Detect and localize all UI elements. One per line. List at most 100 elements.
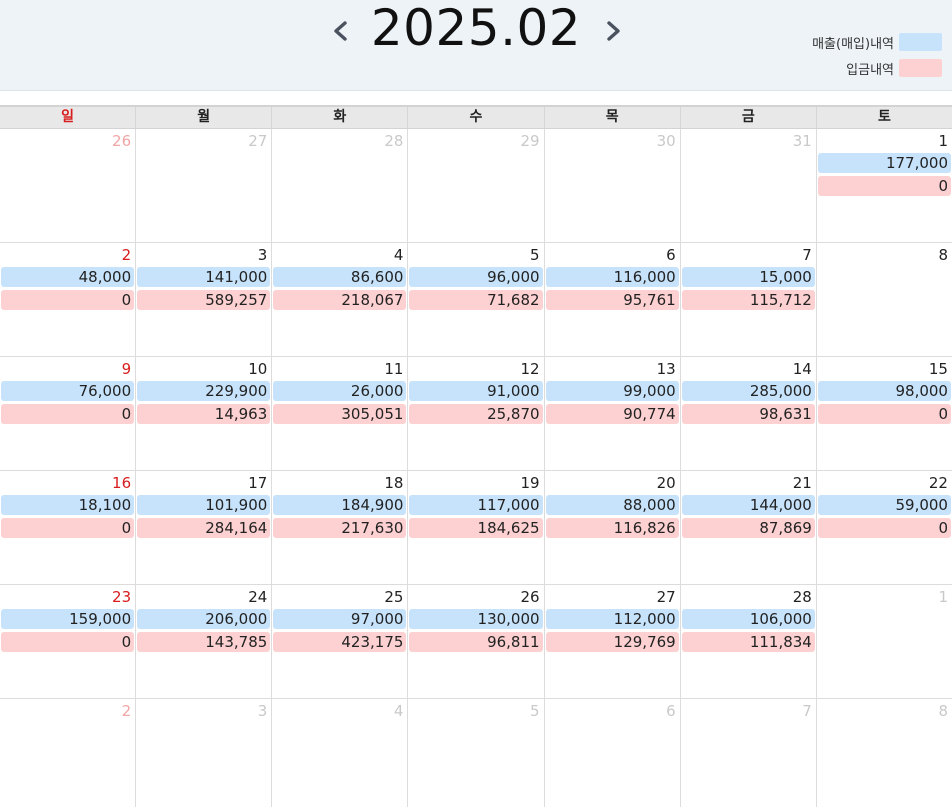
day-cell[interactable]: 7 <box>681 699 817 807</box>
sales-amount[interactable]: 96,000 <box>409 267 543 287</box>
deposit-amount[interactable]: 96,811 <box>409 632 543 652</box>
day-cell[interactable]: 26 <box>0 129 137 242</box>
day-cell[interactable]: 27 112,000 129,769 <box>545 585 681 698</box>
day-cell[interactable]: 5 <box>408 699 545 807</box>
sales-amount[interactable]: 88,000 <box>545 495 679 515</box>
day-cell[interactable]: 7 15,000 115,712 <box>681 243 817 356</box>
sales-amount[interactable]: 206,000 <box>137 609 271 629</box>
sales-amount[interactable]: 15,000 <box>681 267 815 287</box>
deposit-amount[interactable]: 589,257 <box>137 290 271 310</box>
deposit-amount[interactable]: 218,067 <box>273 290 407 310</box>
day-cell[interactable]: 6 <box>545 699 681 807</box>
sales-amount[interactable]: 229,900 <box>137 381 271 401</box>
deposit-amount[interactable]: 0 <box>817 176 951 196</box>
deposit-amount[interactable]: 111,834 <box>681 632 815 652</box>
sales-amount[interactable]: 97,000 <box>273 609 407 629</box>
deposit-amount[interactable]: 95,761 <box>545 290 679 310</box>
day-cell[interactable]: 13 99,000 90,774 <box>545 357 681 470</box>
sales-amount[interactable]: 130,000 <box>409 609 543 629</box>
day-cell[interactable]: 2 <box>0 699 137 807</box>
day-cell[interactable]: 11 26,000 305,051 <box>272 357 409 470</box>
deposit-amount[interactable]: 116,826 <box>545 518 679 538</box>
sales-amount[interactable]: 98,000 <box>817 381 951 401</box>
deposit-amount[interactable]: 217,630 <box>273 518 407 538</box>
day-cell[interactable]: 22 59,000 0 <box>817 471 952 584</box>
deposit-amount[interactable]: 0 <box>817 404 951 424</box>
deposit-amount[interactable]: 0 <box>1 518 135 538</box>
day-cell[interactable]: 18 184,900 217,630 <box>272 471 409 584</box>
day-cell[interactable]: 2 48,000 0 <box>0 243 137 356</box>
day-cell[interactable]: 29 <box>408 129 545 242</box>
deposit-amount[interactable]: 115,712 <box>681 290 815 310</box>
deposit-amount[interactable]: 71,682 <box>409 290 543 310</box>
day-cell[interactable]: 17 101,900 284,164 <box>136 471 273 584</box>
sales-amount[interactable]: 59,000 <box>817 495 951 515</box>
day-cell[interactable]: 4 86,600 218,067 <box>272 243 409 356</box>
sales-amount[interactable]: 26,000 <box>273 381 407 401</box>
deposit-amount[interactable]: 98,631 <box>681 404 815 424</box>
day-cell[interactable]: 15 98,000 0 <box>817 357 952 470</box>
day-cell[interactable]: 3 141,000 589,257 <box>136 243 273 356</box>
sales-amount[interactable]: 99,000 <box>545 381 679 401</box>
day-cell[interactable]: 9 76,000 0 <box>0 357 137 470</box>
day-cell[interactable]: 1 <box>817 585 952 698</box>
day-cell[interactable]: 28 106,000 111,834 <box>681 585 817 698</box>
day-cell[interactable]: 1 177,000 0 <box>817 129 952 242</box>
sales-amount[interactable]: 91,000 <box>409 381 543 401</box>
deposit-amount[interactable]: 0 <box>1 404 135 424</box>
day-cell[interactable]: 20 88,000 116,826 <box>545 471 681 584</box>
sales-amount[interactable]: 184,900 <box>273 495 407 515</box>
day-cell[interactable]: 19 117,000 184,625 <box>408 471 545 584</box>
sales-amount[interactable]: 141,000 <box>137 267 271 287</box>
day-number: 24 <box>248 588 268 606</box>
day-cell[interactable]: 6 116,000 95,761 <box>545 243 681 356</box>
sales-amount[interactable]: 18,100 <box>1 495 135 515</box>
day-cell[interactable]: 14 285,000 98,631 <box>681 357 817 470</box>
day-cell[interactable]: 3 <box>136 699 273 807</box>
sales-amount[interactable]: 76,000 <box>1 381 135 401</box>
sales-amount[interactable]: 144,000 <box>681 495 815 515</box>
deposit-amount[interactable]: 0 <box>1 632 135 652</box>
day-cell[interactable]: 8 <box>817 699 952 807</box>
day-cell[interactable]: 27 <box>136 129 273 242</box>
sales-amount[interactable]: 116,000 <box>545 267 679 287</box>
deposit-amount[interactable]: 143,785 <box>137 632 271 652</box>
deposit-amount[interactable]: 14,963 <box>137 404 271 424</box>
day-cell[interactable]: 12 91,000 25,870 <box>408 357 545 470</box>
sales-amount[interactable]: 117,000 <box>409 495 543 515</box>
sales-amount[interactable]: 101,900 <box>137 495 271 515</box>
sales-amount[interactable]: 112,000 <box>545 609 679 629</box>
sales-amount[interactable]: 285,000 <box>681 381 815 401</box>
deposit-amount[interactable]: 184,625 <box>409 518 543 538</box>
day-cell[interactable]: 28 <box>272 129 409 242</box>
deposit-amount[interactable]: 423,175 <box>273 632 407 652</box>
sales-amount[interactable]: 177,000 <box>817 153 951 173</box>
deposit-amount[interactable]: 0 <box>817 518 951 538</box>
day-cell[interactable]: 8 <box>817 243 952 356</box>
chevron-right-icon <box>607 21 620 41</box>
day-cell[interactable]: 21 144,000 87,869 <box>681 471 817 584</box>
day-cell[interactable]: 26 130,000 96,811 <box>408 585 545 698</box>
deposit-amount[interactable]: 284,164 <box>137 518 271 538</box>
day-number: 30 <box>656 132 676 150</box>
deposit-amount[interactable]: 129,769 <box>545 632 679 652</box>
day-cell[interactable]: 30 <box>545 129 681 242</box>
sales-amount[interactable]: 159,000 <box>1 609 135 629</box>
day-cell[interactable]: 16 18,100 0 <box>0 471 137 584</box>
day-cell[interactable]: 10 229,900 14,963 <box>136 357 273 470</box>
day-cell[interactable]: 5 96,000 71,682 <box>408 243 545 356</box>
deposit-amount[interactable]: 90,774 <box>545 404 679 424</box>
day-cell[interactable]: 25 97,000 423,175 <box>272 585 409 698</box>
deposit-amount[interactable]: 87,869 <box>681 518 815 538</box>
sales-amount[interactable]: 48,000 <box>1 267 135 287</box>
deposit-amount[interactable]: 0 <box>1 290 135 310</box>
day-cell[interactable]: 31 <box>681 129 817 242</box>
day-cell[interactable]: 4 <box>272 699 409 807</box>
day-cell[interactable]: 24 206,000 143,785 <box>136 585 273 698</box>
day-cell[interactable]: 23 159,000 0 <box>0 585 137 698</box>
sales-amount[interactable]: 106,000 <box>681 609 815 629</box>
deposit-amount[interactable]: 25,870 <box>409 404 543 424</box>
sales-amount[interactable]: 86,600 <box>273 267 407 287</box>
next-month-button[interactable] <box>602 14 626 48</box>
deposit-amount[interactable]: 305,051 <box>273 404 407 424</box>
